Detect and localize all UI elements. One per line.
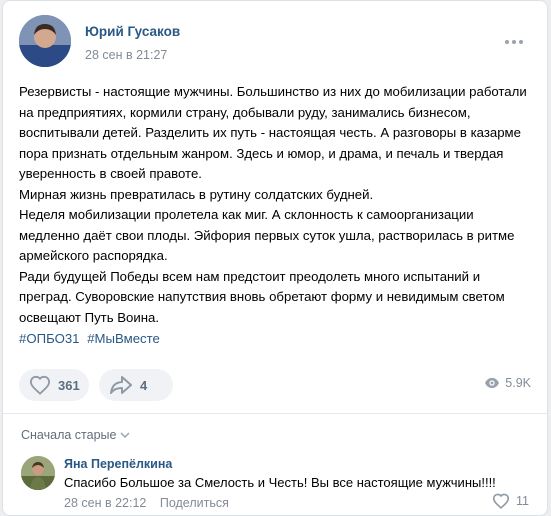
- post-paragraph: Резервисты - настоящие мужчины. Большинс…: [19, 84, 527, 181]
- post-card: Юрий Гусаков 28 сен в 21:27 Резервисты -…: [2, 0, 548, 516]
- post-actions: 361 4 5.9K: [19, 369, 531, 401]
- post-paragraph: Неделя мобилизации пролетела как миг. А …: [19, 207, 515, 263]
- views-count: 5.9K: [505, 376, 531, 390]
- heart-icon: [29, 375, 51, 395]
- comment-like-button[interactable]: 11: [492, 493, 529, 509]
- comment-item: Яна Перепёлкина Спасибо Большое за Смело…: [19, 453, 535, 515]
- comment-text: Спасибо Большое за Смелость и Честь! Вы …: [64, 475, 496, 490]
- views-counter: 5.9K: [484, 376, 531, 390]
- sort-label: Сначала старые: [21, 428, 117, 442]
- share-arrow-icon: [110, 376, 132, 394]
- comments-sort-dropdown[interactable]: Сначала старые: [21, 428, 130, 442]
- author-avatar[interactable]: [19, 15, 71, 67]
- eye-icon: [485, 378, 500, 388]
- post-text: Резервисты - настоящие мужчины. Большинс…: [19, 82, 534, 328]
- comment-date[interactable]: 28 сен в 22:12: [64, 496, 146, 510]
- commenter-avatar[interactable]: [21, 456, 55, 490]
- more-options-icon[interactable]: [503, 37, 525, 47]
- hashtag-link[interactable]: #МыВместе: [87, 331, 160, 346]
- chevron-down-icon: [120, 432, 130, 439]
- post-paragraph: Ради будущей Победы всем нам предстоит п…: [19, 268, 505, 325]
- comment-share-link[interactable]: Поделиться: [160, 496, 229, 510]
- like-button[interactable]: 361: [19, 369, 89, 401]
- comment-like-count: 11: [516, 494, 529, 508]
- post-paragraph: Мирная жизнь превратилась в рутину солда…: [19, 186, 374, 202]
- divider: [3, 413, 547, 414]
- like-count: 361: [58, 377, 80, 393]
- post-author[interactable]: Юрий Гусаков: [85, 24, 180, 39]
- comment-author[interactable]: Яна Перепёлкина: [64, 457, 172, 471]
- hashtags: #ОПБО31 #МыВместе: [19, 331, 164, 346]
- post-date[interactable]: 28 сен в 21:27: [85, 48, 167, 62]
- heart-icon: [492, 493, 510, 509]
- hashtag-link[interactable]: #ОПБО31: [19, 331, 80, 346]
- comment-meta: 28 сен в 22:12 Поделиться: [64, 496, 229, 510]
- share-count: 4: [140, 377, 148, 393]
- post-header: Юрий Гусаков 28 сен в 21:27: [19, 15, 535, 75]
- share-button[interactable]: 4: [99, 369, 173, 401]
